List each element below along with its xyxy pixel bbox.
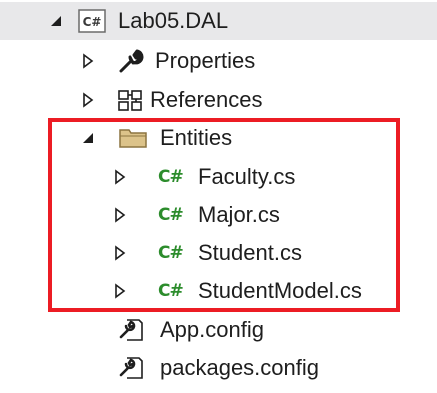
csharp-file-icon: C# — [158, 205, 184, 225]
tree-item-properties[interactable]: Properties — [0, 42, 437, 80]
appconfig-label: App.config — [160, 317, 264, 342]
packagesconfig-label: packages.config — [160, 355, 319, 380]
references-icon — [118, 90, 142, 111]
project-name: Lab05.DAL — [118, 8, 229, 33]
config-file-icon — [119, 319, 143, 341]
csharp-project-icon: C# — [78, 9, 106, 33]
collapsed-arrow-icon[interactable] — [112, 283, 128, 299]
properties-label: Properties — [155, 48, 256, 73]
collapsed-arrow-icon[interactable] — [112, 207, 128, 223]
file-label: Major.cs — [198, 202, 280, 227]
csharp-file-icon: C# — [158, 243, 184, 263]
tree-item-student[interactable]: C# Student.cs — [0, 234, 437, 272]
csharp-glyph: C# — [83, 15, 102, 29]
wrench-icon — [119, 49, 144, 73]
csharp-file-icon: C# — [158, 167, 184, 187]
tree-item-major[interactable]: C# Major.cs — [0, 196, 437, 234]
expanded-arrow-icon[interactable] — [48, 13, 64, 29]
tree-item-project[interactable]: C# Lab05.DAL — [0, 2, 437, 40]
collapsed-arrow-icon[interactable] — [80, 53, 96, 69]
csharp-file-icon: C# — [158, 281, 184, 301]
tree-item-studentmodel[interactable]: C# StudentModel.cs — [0, 272, 437, 310]
tree-item-references[interactable]: References — [0, 81, 437, 119]
file-label: Faculty.cs — [198, 164, 296, 189]
folder-icon — [119, 129, 147, 148]
tree-item-appconfig[interactable]: App.config — [0, 311, 437, 349]
entities-label: Entities — [160, 125, 233, 150]
tree-item-entities[interactable]: Entities — [0, 119, 437, 157]
file-label: StudentModel.cs — [198, 278, 362, 303]
collapsed-arrow-icon[interactable] — [112, 245, 128, 261]
config-file-icon — [119, 357, 143, 379]
expanded-arrow-icon[interactable] — [80, 130, 96, 146]
collapsed-arrow-icon[interactable] — [80, 92, 96, 108]
references-label: References — [150, 87, 263, 112]
tree-item-faculty[interactable]: C# Faculty.cs — [0, 158, 437, 196]
tree-item-packagesconfig[interactable]: packages.config — [0, 349, 437, 387]
file-label: Student.cs — [198, 240, 302, 265]
solution-explorer-tree: C# Lab05.DAL Properties References Entit… — [0, 0, 437, 393]
collapsed-arrow-icon[interactable] — [112, 169, 128, 185]
